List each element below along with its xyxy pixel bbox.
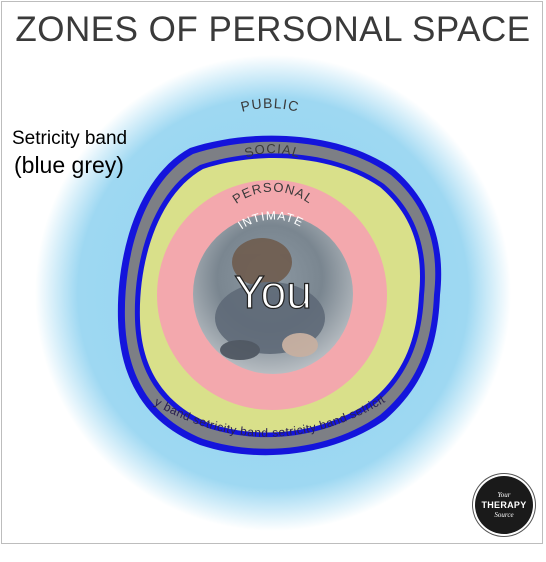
band-annotation-line2: (blue grey) (14, 152, 124, 178)
label-you: You (234, 266, 312, 318)
band-annotation-line1: Setricity band (12, 128, 128, 149)
logo-line1: Your (497, 490, 511, 499)
therapy-source-logo: Your THERAPY Source (475, 476, 533, 534)
logo-line3: Source (494, 510, 514, 519)
logo-line2: THERAPY (481, 499, 527, 510)
zones-diagram: PUBLIC SOCIAL PERSONAL INTIMATE setricit… (0, 0, 511, 531)
